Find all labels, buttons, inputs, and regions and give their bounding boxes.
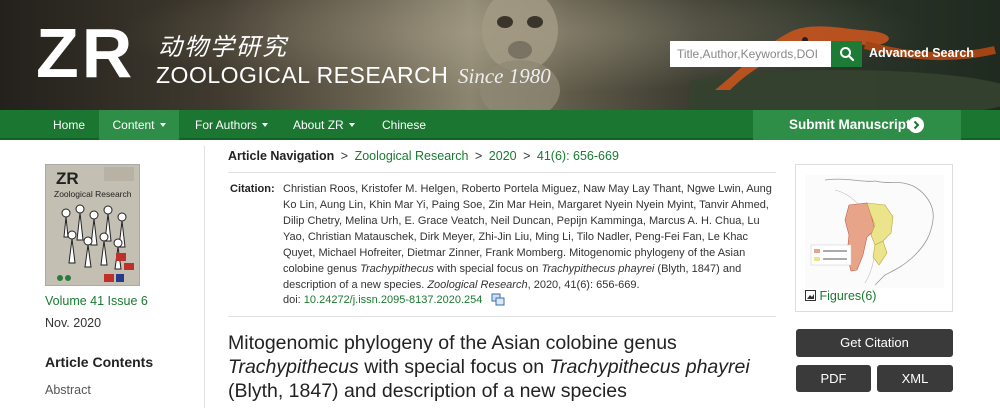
nav-content-label: Content bbox=[112, 118, 155, 132]
nav-about-zr-label: About ZR bbox=[293, 118, 344, 132]
nav-home-label: Home bbox=[52, 118, 85, 132]
submit-manuscript-label: Submit Manuscript bbox=[789, 117, 911, 132]
nav-for-authors[interactable]: For Authors bbox=[195, 110, 270, 140]
doi-line: doi: 10.24272/j.issn.2095-8137.2020.254 bbox=[283, 293, 505, 306]
divider bbox=[228, 316, 776, 317]
submit-manuscript-button[interactable]: Submit Manuscript bbox=[753, 110, 961, 140]
caret-down-icon bbox=[348, 123, 355, 127]
breadcrumb-year[interactable]: 2020 bbox=[489, 149, 517, 163]
breadcrumb: Article Navigation > Zoological Research… bbox=[228, 149, 619, 163]
since-text: Since 1980 bbox=[458, 64, 551, 88]
chevron-right-circle-icon bbox=[908, 117, 924, 133]
breadcrumb-separator: > bbox=[523, 149, 531, 163]
breadcrumb-issue[interactable]: 41(6): 656-669 bbox=[537, 149, 619, 163]
citation-genus: Trachypithecus bbox=[360, 263, 434, 275]
citation-volume-info: , 2020, 41(6): 656-669. bbox=[527, 279, 640, 291]
journal-cover[interactable]: ZR Zoological Research bbox=[45, 164, 140, 286]
breadcrumb-label: Article Navigation bbox=[228, 149, 335, 163]
figures-link-label: Figures(6) bbox=[819, 289, 877, 303]
article-title-2: with special focus on bbox=[358, 356, 550, 378]
article-title-3: (Blyth, 1847) and description of a new s… bbox=[228, 380, 627, 402]
citation-title-2: with special focus on bbox=[433, 263, 542, 275]
contents-abstract-link[interactable]: Abstract bbox=[45, 383, 91, 397]
breadcrumb-separator: > bbox=[475, 149, 483, 163]
header-banner: ZR 动物学研究 ZOOLOGICAL RESEARCH Since 1980 … bbox=[0, 0, 1000, 110]
pdf-button[interactable]: PDF bbox=[796, 365, 871, 392]
advanced-search-link[interactable]: Advanced Search bbox=[869, 46, 974, 60]
article-title: Mitogenomic phylogeny of the Asian colob… bbox=[228, 331, 768, 403]
citation-text: Christian Roos, Kristofer M. Helgen, Rob… bbox=[283, 181, 776, 293]
citation-species: Trachypithecus phayrei bbox=[541, 263, 655, 275]
get-citation-button[interactable]: Get Citation bbox=[796, 329, 953, 357]
nav-home[interactable]: Home bbox=[40, 110, 98, 140]
column-divider bbox=[204, 146, 205, 408]
article-title-species: Trachypithecus phayrei bbox=[549, 356, 750, 378]
nav-content[interactable]: Content bbox=[99, 110, 179, 140]
breadcrumb-separator: > bbox=[340, 149, 349, 163]
distribution-map-image bbox=[805, 175, 944, 288]
copy-icon[interactable] bbox=[491, 293, 505, 306]
image-icon bbox=[805, 290, 816, 301]
divider bbox=[228, 172, 776, 173]
logo-english: ZOOLOGICAL RESEARCH bbox=[156, 62, 449, 88]
article-title-1: Mitogenomic phylogeny of the Asian colob… bbox=[228, 332, 677, 354]
logo-chinese: 动物学研究 bbox=[158, 33, 288, 61]
search-input[interactable]: Title,Author,Keywords,DOI bbox=[670, 41, 831, 67]
issue-date: Nov. 2020 bbox=[45, 316, 102, 330]
xml-button[interactable]: XML bbox=[877, 365, 953, 392]
nav-chinese[interactable]: Chinese bbox=[382, 110, 432, 140]
cover-illustration bbox=[57, 167, 134, 282]
nav-for-authors-label: For Authors bbox=[195, 118, 258, 132]
doi-link[interactable]: 10.24272/j.issn.2095-8137.2020.254 bbox=[304, 294, 483, 306]
caret-down-icon bbox=[159, 123, 166, 127]
search-icon bbox=[839, 47, 854, 62]
breadcrumb-journal[interactable]: Zoological Research bbox=[355, 149, 469, 163]
nav-about-zr[interactable]: About ZR bbox=[293, 110, 358, 140]
doi-label: doi: bbox=[283, 294, 304, 306]
citation-journal: Zoological Research bbox=[427, 279, 528, 291]
meerkat-image bbox=[480, 0, 560, 110]
figures-link[interactable]: Figures(6) bbox=[805, 289, 876, 303]
nav-chinese-label: Chinese bbox=[382, 118, 427, 132]
citation-label: Citation: bbox=[230, 183, 275, 195]
volume-issue-link[interactable]: Volume 41 Issue 6 bbox=[45, 294, 148, 308]
caret-down-icon bbox=[262, 123, 269, 127]
logo-zr[interactable]: ZR bbox=[36, 18, 135, 88]
article-contents-heading: Article Contents bbox=[45, 354, 154, 370]
search-button[interactable] bbox=[831, 41, 862, 67]
article-title-genus: Trachypithecus bbox=[228, 356, 359, 378]
main-navbar: Home Content For Authors About ZR Chines… bbox=[0, 110, 1000, 140]
